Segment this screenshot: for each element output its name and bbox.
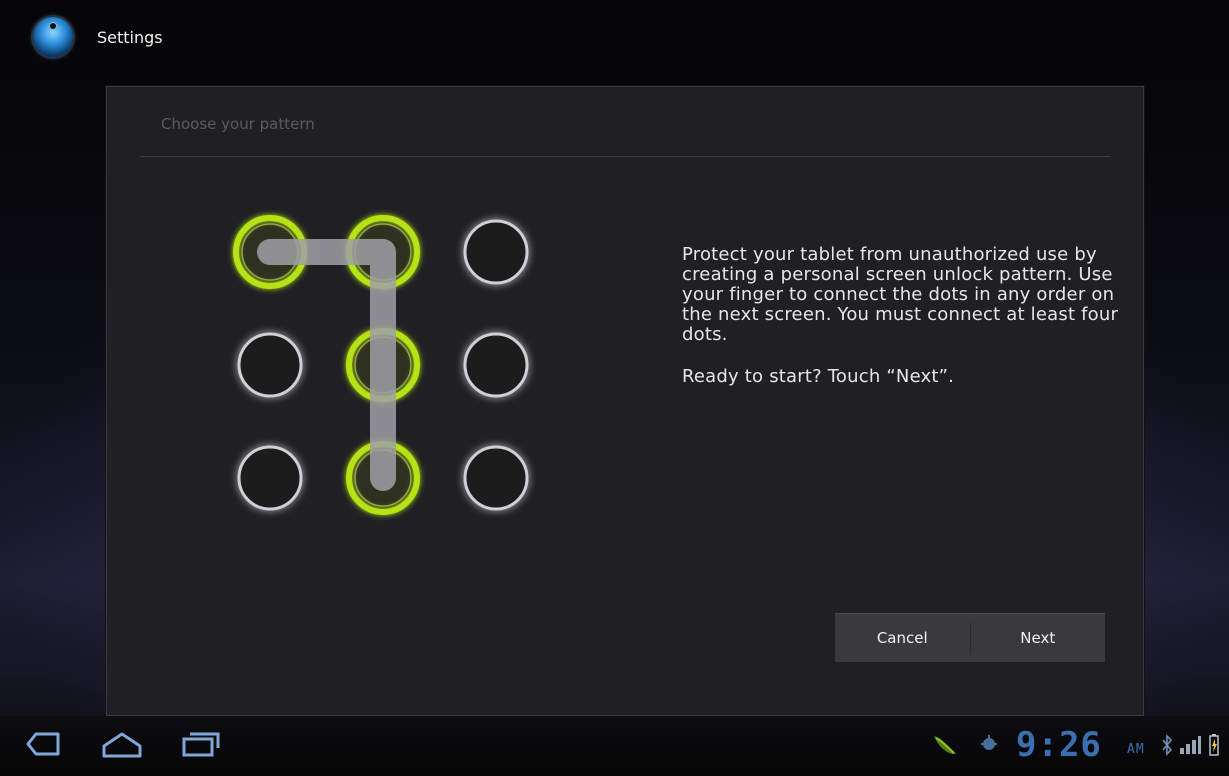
recent-apps-icon[interactable] [181,730,221,758]
pattern-description: Protect your tablet from unauthorized us… [682,245,1122,409]
next-button[interactable]: Next [971,614,1106,662]
app-title: Settings [97,28,163,47]
pattern-dot-0-2[interactable] [463,219,529,285]
home-icon[interactable] [100,730,144,758]
bluetooth-icon [1161,734,1173,760]
system-bar: 9:26 AM [0,716,1229,776]
clock-ampm: AM [1127,742,1145,757]
usb-debugging-icon[interactable] [978,732,1000,758]
signal-icon [1178,734,1202,760]
dialog-title: Choose your pattern [161,115,315,133]
clock-time[interactable]: 9:26 [1016,727,1102,763]
back-icon[interactable] [26,730,62,758]
battery-icon [1208,733,1220,761]
dialog-button-bar: Cancel Next [835,613,1105,662]
settings-app-icon-dot [49,22,57,30]
cancel-button[interactable]: Cancel [835,614,970,662]
pattern-svg [233,215,529,515]
pattern-dot-2-2[interactable] [463,445,529,511]
title-divider [140,156,1110,157]
unlock-pattern-grid [233,215,585,567]
pattern-dot-2-0[interactable] [237,445,303,511]
tablet-screen: Settings Choose your pattern Protect you… [0,0,1229,776]
description-paragraph-1: Protect your tablet from unauthorized us… [682,244,1119,345]
pattern-dot-1-0[interactable] [237,332,303,398]
settings-app-icon[interactable] [33,17,73,57]
action-bar: Settings [0,0,1229,76]
pattern-dot-1-2[interactable] [463,332,529,398]
description-paragraph-2: Ready to start? Touch “Next”. [682,366,955,387]
choose-pattern-dialog: Choose your pattern Protect your tablet … [106,86,1144,716]
android-notification-icon[interactable] [930,728,960,762]
